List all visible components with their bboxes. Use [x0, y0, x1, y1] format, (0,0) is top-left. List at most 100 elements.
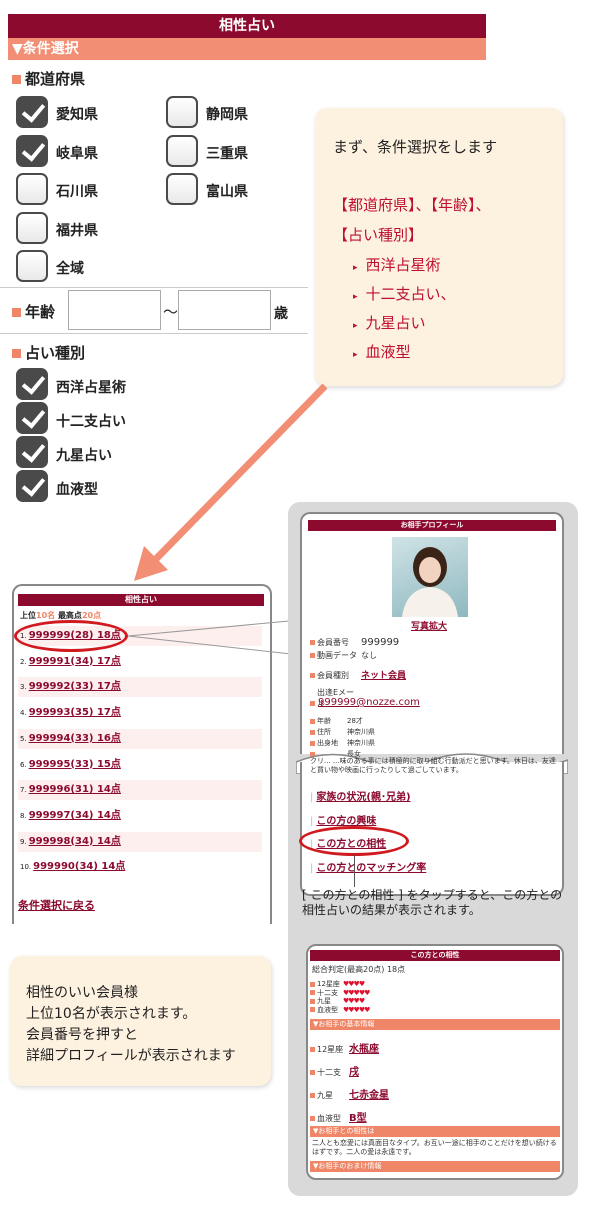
callout1-item: ▸ 西洋占星術 — [353, 256, 441, 274]
profile-link-row[interactable]: | この方の興味 — [310, 812, 376, 827]
triangle-bullet-icon: ▸ — [353, 263, 358, 273]
square-bullet-icon — [12, 75, 21, 84]
result-link[interactable]: 999996(31) 14点 — [29, 784, 121, 795]
result-rank: 3. — [20, 683, 27, 692]
age-unit: 歳 — [274, 306, 288, 322]
square-bullet-icon — [12, 349, 21, 358]
result-rank: 4. — [20, 709, 27, 718]
result-link[interactable]: 999993(35) 17点 — [29, 707, 121, 718]
link-separator: | — [310, 815, 314, 827]
basic-info-row: 九星 七赤金星 — [310, 1086, 389, 1101]
square-bullet-icon — [310, 1070, 315, 1075]
instruction-callout-2: 相性のいい会員様 上位10名が表示されます。 会員番号を押すと 詳細プロフィールが表示… — [10, 956, 271, 1086]
checkbox-label: 静岡県 — [206, 107, 248, 123]
top-title: 相性占い — [8, 14, 486, 38]
checkbox-prefecture[interactable] — [16, 96, 48, 128]
result-row[interactable]: 4. 999993(35) 17点 — [18, 703, 262, 723]
checkbox-prefecture[interactable] — [16, 212, 48, 244]
square-bullet-icon — [310, 640, 315, 645]
profile-link[interactable]: この方とのマッチング率 — [316, 863, 426, 874]
triangle-bullet-icon: ▸ — [353, 292, 358, 302]
basic-info-row: 十二支戌 — [310, 1063, 359, 1078]
link-separator: | — [310, 792, 314, 803]
checkbox-label: 富山県 — [206, 184, 248, 200]
profile-link-row[interactable]: | 家族の状況(親･兄弟) — [310, 788, 411, 803]
profile-link[interactable]: この方の興味 — [316, 816, 376, 827]
square-bullet-icon — [310, 1116, 315, 1121]
divider — [0, 287, 308, 288]
result-link[interactable]: 999990(34) 14点 — [33, 861, 125, 872]
callout1-line2: 【都道府県】、【年齢】、 — [333, 196, 491, 214]
profile-field: 会員番号 999999 — [310, 637, 399, 648]
result-link[interactable]: 999997(34) 14点 — [29, 810, 121, 821]
checkbox-label: 全域 — [56, 261, 84, 277]
callout1-line1: まず、条件選択をします — [333, 138, 497, 156]
checkbox-label: 石川県 — [56, 184, 98, 200]
profile-field: 会員種別 ネット会員 — [310, 668, 406, 681]
compat-total: 総合判定(最高20点) 18点 — [312, 965, 406, 974]
highlight-oval-2 — [299, 826, 409, 856]
bonus-info-header: ▼お相手のおまけ情報 — [310, 1161, 560, 1172]
result-link[interactable]: 999998(34) 14点 — [29, 836, 121, 847]
square-bullet-icon — [310, 740, 315, 746]
profile-field: 出身地 神奈川県 — [310, 738, 375, 748]
profile-link[interactable]: 家族の状況(親･兄弟) — [316, 792, 410, 803]
tap-note: [ この方との相性 ] をタップすると、この方との相性占いの結果が表示されます。 — [302, 888, 563, 917]
email-link[interactable]: 999999@nozze.com — [318, 697, 420, 708]
checkbox-prefecture[interactable] — [166, 96, 198, 128]
result-row[interactable]: 9. 999998(34) 14点 — [18, 831, 262, 852]
checkbox-fortune[interactable] — [16, 368, 48, 400]
checkbox-prefecture[interactable] — [16, 173, 48, 205]
result-link[interactable]: 999992(33) 17点 — [29, 681, 121, 692]
square-bullet-icon — [310, 729, 315, 735]
square-bullet-icon — [12, 308, 21, 317]
back-to-conditions-link[interactable]: 条件選択に戻る — [18, 897, 95, 913]
callout1-item: ▸ 九星占い — [353, 314, 426, 332]
result-row[interactable]: 5. 999994(33) 16点 — [18, 728, 262, 749]
result-row[interactable]: 7. 999996(31) 14点 — [18, 780, 262, 801]
result-row[interactable]: 6. 999995(33) 15点 — [18, 755, 262, 775]
callout1-item: ▸ 十二支占い、 — [353, 285, 456, 303]
profile-field: 動画データ なし — [310, 650, 377, 661]
result-row[interactable]: 3. 999992(33) 17点 — [18, 677, 262, 698]
checkbox-fortune[interactable] — [16, 470, 48, 502]
profile-photo[interactable] — [392, 537, 468, 617]
callout2-line: 相性のいい会員様 — [26, 985, 138, 1001]
profile-title: お相手プロフィール — [308, 520, 556, 531]
heart-row: 十二支 ♥♥♥♥♥ — [310, 989, 370, 997]
age-max-input[interactable] — [178, 290, 271, 330]
checkbox-label: 血液型 — [56, 482, 98, 498]
result-rank: 9. — [20, 837, 27, 846]
checkbox-label: 三重県 — [206, 146, 248, 162]
link-separator: | — [310, 862, 314, 874]
checkbox-fortune[interactable] — [16, 402, 48, 434]
callout1-item: ▸ 血液型 — [353, 343, 411, 361]
heart-icon: ♥♥♥♥ — [343, 980, 365, 988]
person-photo-icon — [402, 547, 458, 617]
photo-enlarge-link[interactable]: 写真拡大 — [411, 619, 447, 632]
prefecture-heading: 都道府県 — [12, 68, 85, 89]
profile-link-row[interactable]: | この方とのマッチング率 — [310, 859, 426, 874]
checkbox-prefecture[interactable] — [16, 135, 48, 167]
square-bullet-icon — [310, 701, 315, 706]
instruction-callout-1: まず、条件選択をします 【都道府県】、【年齢】、 【占い種別】 ▸ 西洋占星術 ▸ 十… — [315, 108, 563, 386]
result-row[interactable]: 8. 999997(34) 14点 — [18, 806, 262, 826]
checkbox-prefecture[interactable] — [16, 250, 48, 282]
callout2-line: 詳細プロフィールが表示されます — [26, 1048, 236, 1064]
result-link[interactable]: 999991(34) 17点 — [29, 656, 121, 667]
checkbox-label: 福井県 — [56, 223, 98, 239]
result-rank: 5. — [20, 734, 27, 743]
checkbox-prefecture[interactable] — [166, 173, 198, 205]
heart-row: 血液型 ♥♥♥♥♥ — [310, 1006, 370, 1014]
divider — [0, 333, 308, 334]
highlight-oval — [14, 620, 128, 652]
result-link[interactable]: 999995(33) 15点 — [29, 759, 121, 770]
checkbox-fortune[interactable] — [16, 436, 48, 468]
checkbox-prefecture[interactable] — [166, 135, 198, 167]
result-link[interactable]: 999994(33) 16点 — [29, 733, 121, 744]
checkbox-label: 西洋占星術 — [56, 380, 126, 396]
age-min-input[interactable] — [68, 290, 161, 330]
triangle-bullet-icon: ▸ — [353, 350, 358, 360]
result-row[interactable]: 10. 999990(34) 14点 — [18, 857, 262, 877]
checkbox-label: 愛知県 — [56, 107, 98, 123]
